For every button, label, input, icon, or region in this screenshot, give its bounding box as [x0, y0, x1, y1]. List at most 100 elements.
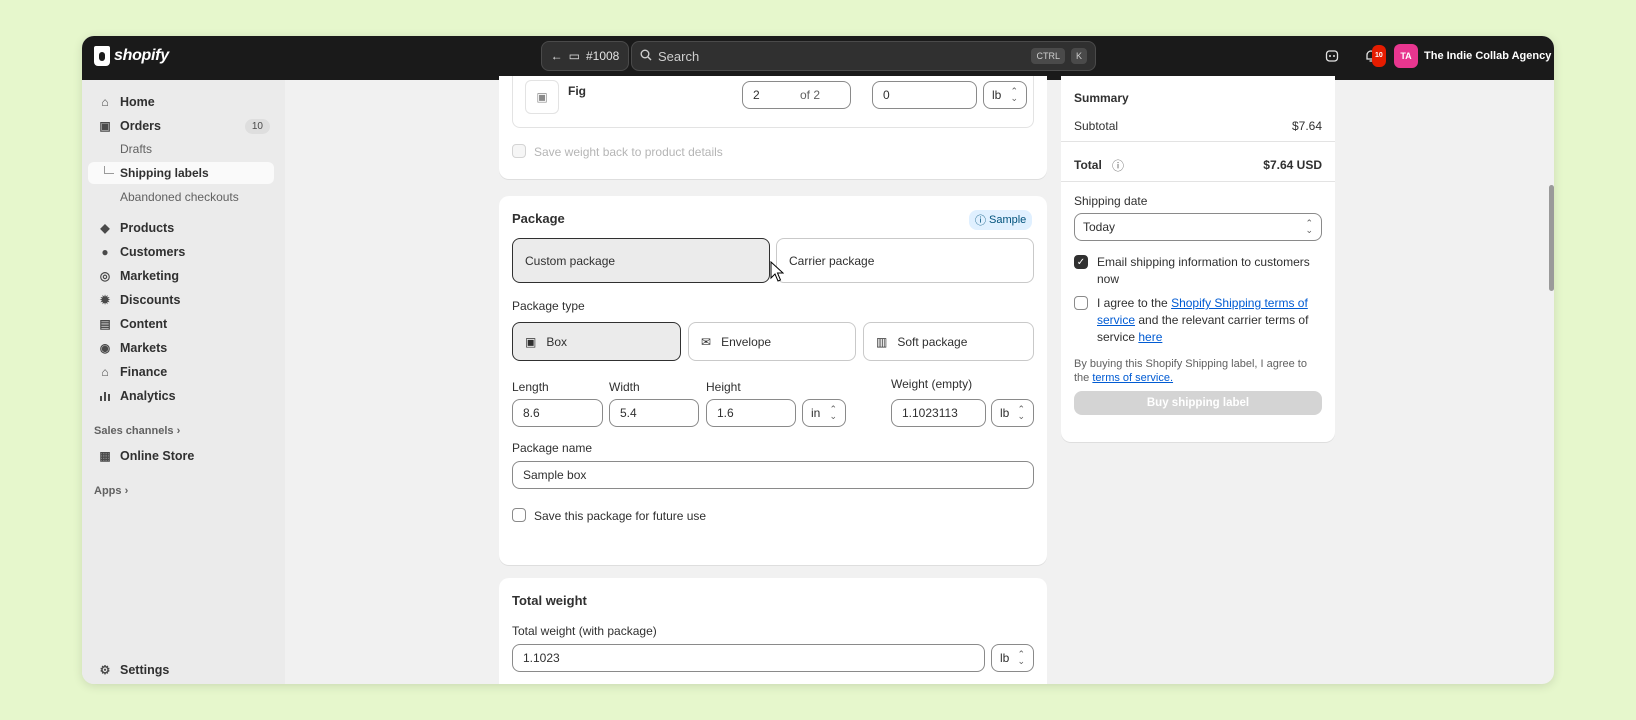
sidebar-item-abandoned-checkouts[interactable]: Abandoned checkouts	[88, 186, 274, 208]
sidebar-item-label: Content	[120, 317, 168, 331]
weight-empty-input[interactable]: 1.1023113	[891, 399, 986, 427]
divider	[1061, 141, 1335, 142]
sidebar-item-finance[interactable]: ⌂ Finance	[88, 360, 274, 384]
sidebar-item-analytics[interactable]: Analytics	[88, 384, 274, 408]
shopify-bag-icon	[94, 46, 110, 66]
package-type-label: Package type	[512, 299, 585, 313]
package-type-soft[interactable]: ▥ Soft package	[863, 322, 1034, 361]
chevron-updown-icon: ⌃ ⌄	[1017, 649, 1025, 666]
sidebar-item-settings[interactable]: ⚙ Settings	[88, 658, 274, 682]
carrier-package-option[interactable]: Carrier package	[776, 238, 1034, 283]
save-weight-label: Save weight back to product details	[534, 145, 723, 159]
product-image-placeholder-icon: ▣	[525, 80, 559, 114]
arrow-left-icon: ←	[550, 49, 563, 63]
shopify-shipping-terms-link[interactable]: service	[1097, 313, 1135, 327]
sidebar-item-customers[interactable]: ● Customers	[88, 240, 274, 264]
sidebar-item-shipping-labels[interactable]: Shipping labels	[88, 162, 274, 184]
summary-title: Summary	[1074, 91, 1129, 105]
terms-of-service-link[interactable]: terms of service.	[1092, 372, 1173, 384]
shortcut-k-key: K	[1070, 48, 1087, 64]
save-package-checkbox[interactable]	[512, 508, 526, 522]
email-customer-checkbox[interactable]: ✓	[1074, 255, 1088, 269]
mouse-cursor-icon	[770, 261, 784, 282]
height-input[interactable]: 1.6	[706, 399, 796, 427]
sidebar-item-home[interactable]: ⌂ Home	[88, 90, 274, 114]
agree-terms-checkbox[interactable]	[1074, 296, 1088, 310]
orders-inbox-icon: ▣	[99, 119, 111, 133]
quantity-of: of 2	[799, 88, 820, 102]
item-weight-input[interactable]: 0	[872, 81, 977, 109]
search-input[interactable]: Search CTRL K	[631, 41, 1096, 71]
sidebar-item-products[interactable]: ◆ Products	[88, 216, 274, 240]
search-icon	[640, 49, 652, 64]
gear-icon: ⚙	[99, 663, 111, 677]
sidebar-item-label: Drafts	[120, 142, 153, 156]
quantity-input[interactable]: 2 of 2	[742, 81, 851, 109]
back-to-order-button[interactable]: ← ▭ #1008	[541, 41, 629, 71]
inbox-icon: ▭	[568, 49, 580, 63]
weight-empty-value: 1.1023113	[902, 406, 958, 420]
package-type-envelope[interactable]: ✉ Envelope	[688, 322, 856, 361]
search-placeholder: Search	[658, 48, 700, 64]
chevron-right-icon: ›	[124, 485, 129, 497]
carrier-terms-link[interactable]: here	[1138, 330, 1162, 344]
sidebar-item-label: Online Store	[120, 449, 195, 463]
avatar: TA	[1394, 44, 1418, 68]
page-scrollbar[interactable]	[1549, 185, 1554, 291]
sidebar-item-markets[interactable]: ◉ Markets	[88, 336, 274, 360]
width-input[interactable]: 5.4	[609, 399, 699, 427]
sales-channels-header[interactable]: Sales channels ›	[94, 425, 180, 437]
divider	[1061, 181, 1335, 182]
sidebar-item-drafts[interactable]: Drafts	[88, 138, 274, 160]
length-input[interactable]: 8.6	[512, 399, 603, 427]
items-card: ▣ Fig 2 of 2 0 lb ⌃ ⌄ Save weight back to…	[499, 76, 1047, 179]
buy-shipping-label-button[interactable]: Buy shipping label	[1074, 391, 1322, 415]
sidebar-item-marketing[interactable]: ◎ Marketing	[88, 264, 274, 288]
shipping-date-value: Today	[1083, 220, 1116, 234]
total-info-icon[interactable]: ⓘ	[1112, 157, 1124, 174]
summary-card: Summary Subtotal $7.64 Total ⓘ $7.64 USD…	[1061, 76, 1335, 442]
sidebar-item-label: Finance	[120, 365, 168, 379]
email-label-line1: Email shipping information to customers	[1097, 255, 1310, 269]
line-item-row: ▣ Fig 2 of 2 0 lb ⌃ ⌄	[512, 76, 1034, 128]
total-weight-input[interactable]: 1.1023	[512, 644, 985, 672]
sidebar-item-discounts[interactable]: ✹ Discounts	[88, 288, 274, 312]
app-window: shopify ← ▭ #1008 Search CTRL K 10 TA Th…	[82, 36, 1554, 684]
store-menu[interactable]: TA The Indie Collab Agency	[1394, 44, 1551, 68]
width-value: 5.4	[620, 406, 637, 420]
agree-terms-label: I agree to the Shopify Shipping terms of…	[1097, 295, 1322, 346]
subtotal-label: Subtotal	[1074, 119, 1119, 133]
weight-unit-select[interactable]: lb ⌃ ⌄	[991, 399, 1034, 427]
globe-icon: ◉	[99, 341, 111, 355]
sidebar-item-label: Home	[120, 95, 155, 109]
email-customer-label: Email shipping information to customers …	[1097, 254, 1310, 288]
item-weight-unit-select[interactable]: lb ⌃ ⌄	[983, 81, 1027, 109]
sidebar-item-label: Orders	[120, 119, 161, 133]
save-weight-checkbox[interactable]	[512, 144, 526, 158]
sidebar-item-content[interactable]: ▤ Content	[88, 312, 274, 336]
shopify-shipping-terms-link[interactable]: Shopify Shipping terms of	[1171, 296, 1308, 310]
shopify-logo[interactable]: shopify	[94, 46, 169, 66]
dimension-unit-select[interactable]: in ⌃ ⌄	[802, 399, 846, 427]
sidekick-icon[interactable]	[1322, 48, 1342, 68]
shipping-date-select[interactable]: Today ⌃ ⌄	[1074, 213, 1322, 241]
shortcut-ctrl-key: CTRL	[1031, 48, 1065, 64]
custom-package-option[interactable]: Custom package	[512, 238, 770, 283]
purchase-disclaimer: By buying this Shopify Shipping label, I…	[1074, 357, 1324, 385]
sidebar-item-online-store[interactable]: ▦ Online Store	[88, 444, 274, 468]
disclaimer-text: By buying this Shopify Shipping label, I…	[1074, 358, 1307, 370]
chevron-updown-icon: ⌃ ⌄	[1305, 218, 1313, 235]
chevron-right-icon: ›	[176, 425, 181, 437]
content-image-icon: ▤	[99, 317, 111, 331]
unit-value: lb	[992, 88, 1002, 102]
chevron-updown-icon: ⌃ ⌄	[1017, 404, 1025, 421]
total-weight-unit-select[interactable]: lb ⌃ ⌄	[991, 644, 1034, 672]
sidebar-item-orders[interactable]: ▣ Orders 10	[88, 114, 274, 138]
package-title: Package	[512, 211, 565, 226]
apps-header[interactable]: Apps ›	[94, 485, 128, 497]
sidebar: ⌂ Home ▣ Orders 10 Drafts Shipping label…	[82, 80, 285, 684]
notifications-bell-icon[interactable]: 10	[1361, 45, 1386, 68]
package-name-input[interactable]: Sample box	[512, 461, 1034, 489]
package-type-box[interactable]: ▣ Box	[512, 322, 681, 361]
option-label: Carrier package	[789, 253, 875, 268]
